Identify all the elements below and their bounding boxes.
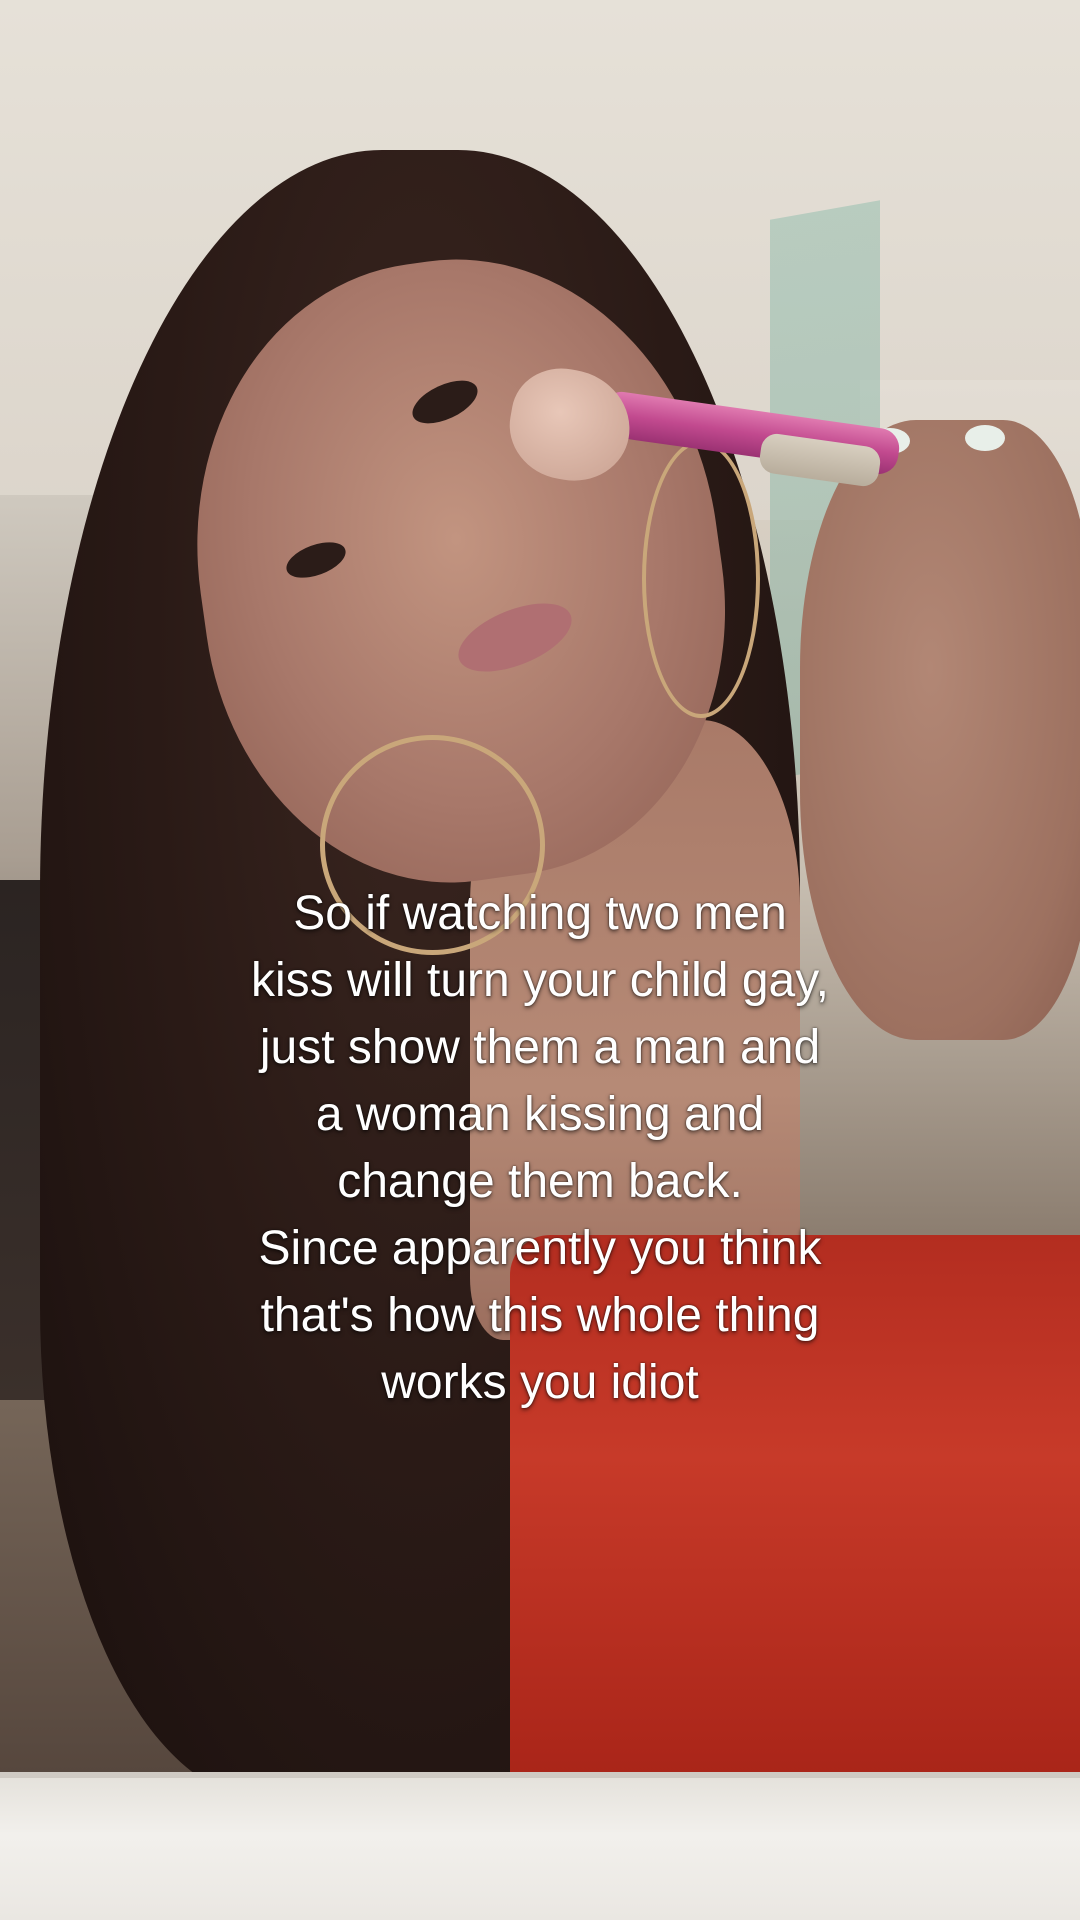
caption-line: change them back. bbox=[337, 1155, 743, 1208]
caption-line: a woman kissing and bbox=[315, 1088, 765, 1141]
caption-line: that's how this whole thing bbox=[260, 1289, 820, 1342]
video-frame[interactable]: So if watching two men kiss will turn yo… bbox=[0, 0, 1080, 1920]
fingernail bbox=[965, 425, 1005, 451]
caption-line: So if watching two men bbox=[293, 887, 787, 940]
caption-line: Since apparently you think bbox=[258, 1222, 822, 1275]
sink-counter bbox=[0, 1778, 1080, 1920]
video-caption: So if watching two men kiss will turn yo… bbox=[140, 880, 940, 1416]
caption-line: just show them a man and bbox=[259, 1021, 821, 1074]
caption-line: works you idiot bbox=[381, 1356, 699, 1409]
hoop-earring bbox=[642, 440, 760, 718]
caption-line: kiss will turn your child gay, bbox=[251, 954, 829, 1007]
